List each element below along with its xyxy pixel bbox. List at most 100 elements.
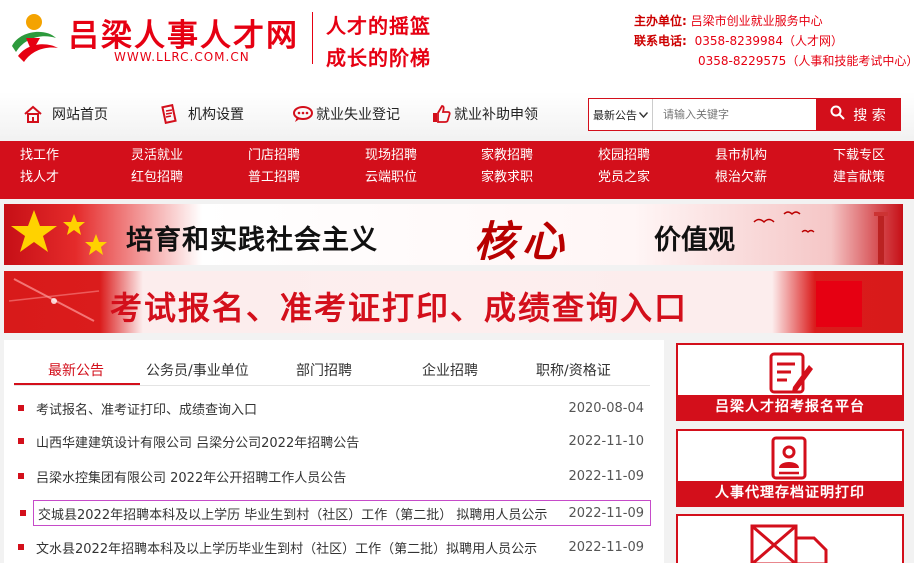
topnav-home-label: 网站首页 <box>52 107 108 123</box>
category-link[interactable]: 家教招聘 <box>481 147 533 165</box>
phone-label: 联系电话: <box>634 34 687 48</box>
thumbs-up-icon <box>430 103 452 125</box>
tab-divider <box>14 385 650 386</box>
exam-portal-text: 考试报名、准考证打印、成绩查询入口 <box>110 289 689 327</box>
core-values-accent: 核心 <box>474 217 571 265</box>
stars-decoration-icon <box>11 210 107 255</box>
site-url: WWW.LLRC.COM.CN <box>114 50 250 64</box>
category-nav-col-5: 家教招聘 家教求职 <box>481 147 533 187</box>
signup-form-icon <box>678 351 902 395</box>
category-link[interactable]: 找工作 <box>20 147 59 165</box>
news-title: 交城县2022年招聘本科及以上学历 毕业生到村（社区）工作（第二批） 拟聘用人员… <box>38 507 548 523</box>
category-nav-col-4: 现场招聘 云端职位 <box>365 147 417 187</box>
category-nav-col-2: 灵活就业 红包招聘 <box>131 147 183 187</box>
topnav-org-label: 机构设置 <box>188 107 244 123</box>
site-header: 吕梁人事人才网 WWW.LLRC.COM.CN 人才的摇篮 成长的阶梯 主办单位… <box>0 0 914 92</box>
document-icon <box>158 103 180 125</box>
bullet-icon <box>18 438 24 444</box>
host-unit: 主办单位: 吕梁市创业就业服务中心 <box>634 12 823 29</box>
tab-department[interactable]: 部门招聘 <box>296 360 352 380</box>
bullet-icon <box>18 544 24 550</box>
contact-phone-1: 联系电话: 0358-8239984（人才网） <box>634 32 843 49</box>
category-link[interactable]: 普工招聘 <box>248 169 300 187</box>
search-category-select[interactable]: 最新公告 <box>589 99 653 130</box>
category-link[interactable]: 门店招聘 <box>248 147 300 165</box>
card-caption: 吕梁人才招考报名平台 <box>678 395 902 419</box>
news-list-item[interactable]: 考试报名、准考证打印、成绩查询入口 2020-08-04 <box>14 396 650 420</box>
category-link[interactable]: 县市机构 <box>715 147 767 165</box>
core-values-banner[interactable]: 培育和实践社会主义 核心 价值观 <box>4 204 903 265</box>
news-date: 2022-11-09 <box>568 468 644 484</box>
slogan-line-1: 人才的摇篮 <box>326 14 431 38</box>
search-button-label: 搜 索 <box>853 107 886 124</box>
category-link[interactable]: 党员之家 <box>598 169 650 187</box>
category-link[interactable]: 建言献策 <box>833 169 885 187</box>
news-list-item[interactable]: 山西华建建筑设计有限公司 吕梁分公司2022年招聘公告 2022-11-10 <box>14 429 650 453</box>
news-list-item[interactable]: 吕梁水控集团有限公司 2022年公开招聘工作人员公告 2022-11-09 <box>14 464 650 488</box>
news-title: 吕梁水控集团有限公司 2022年公开招聘工作人员公告 <box>36 470 347 486</box>
topnav-employment-registration[interactable]: 就业失业登记 <box>292 102 400 126</box>
search-category-value: 最新公告 <box>593 108 637 122</box>
exam-signup-platform-card[interactable]: 吕梁人才招考报名平台 <box>676 343 904 421</box>
search-bar: 最新公告 搜 索 <box>588 98 901 131</box>
header-divider <box>312 12 313 64</box>
site-name[interactable]: 吕梁人事人才网 <box>68 10 299 55</box>
category-nav-col-6: 校园招聘 党员之家 <box>598 147 650 187</box>
tab-enterprise[interactable]: 企业招聘 <box>422 360 478 380</box>
news-title: 文水县2022年招聘本科及以上学历毕业生到村（社区）工作（第二批）拟聘用人员公示 <box>36 541 538 557</box>
birds-monument-decoration-icon <box>753 211 888 264</box>
category-link[interactable]: 下载专区 <box>833 147 885 165</box>
topnav-subsidy[interactable]: 就业补助申领 <box>430 102 538 126</box>
bullet-icon <box>20 510 26 516</box>
host-label: 主办单位: <box>634 14 687 28</box>
category-link[interactable]: 根治欠薪 <box>715 169 767 187</box>
tab-title-cert[interactable]: 职称/资格证 <box>536 360 611 380</box>
topnav-employment-registration-label: 就业失业登记 <box>316 107 400 123</box>
site-logo-icon[interactable] <box>6 12 62 64</box>
chat-icon <box>292 103 314 125</box>
category-link[interactable]: 家教求职 <box>481 169 533 187</box>
light-burst-decoration-icon <box>8 278 100 322</box>
category-link[interactable]: 找人才 <box>20 169 59 187</box>
category-link[interactable]: 云端职位 <box>365 169 417 187</box>
phone-1-value: 0358-8239984（人才网） <box>694 34 843 48</box>
topnav-subsidy-label: 就业补助申领 <box>454 107 538 123</box>
category-link[interactable]: 现场招聘 <box>365 147 417 165</box>
news-panel: 最新公告 公务员/事业单位 部门招聘 企业招聘 职称/资格证 考试报名、准考证打… <box>4 340 664 563</box>
card-caption: 人事代理存档证明打印 <box>678 481 902 505</box>
category-nav: 找工作 找人才 灵活就业 红包招聘 门店招聘 普工招聘 现场招聘 云端职位 家教… <box>0 141 914 199</box>
host-value: 吕梁市创业就业服务中心 <box>690 14 823 28</box>
contact-phone-2: 0358-8229575（人事和技能考试中心） <box>698 52 914 69</box>
category-link[interactable]: 灵活就业 <box>131 147 183 165</box>
news-list-item[interactable]: 文水县2022年招聘本科及以上学历毕业生到村（社区）工作（第二批）拟聘用人员公示… <box>14 535 650 559</box>
category-nav-col-1: 找工作 找人才 <box>20 147 59 187</box>
category-link[interactable]: 校园招聘 <box>598 147 650 165</box>
news-date: 2022-11-09 <box>568 505 644 521</box>
slogan-line-2: 成长的阶梯 <box>326 46 431 70</box>
category-nav-col-3: 门店招聘 普工招聘 <box>248 147 300 187</box>
exam-portal-banner[interactable]: 考试报名、准考证打印、成绩查询入口 <box>4 271 903 333</box>
third-service-card[interactable] <box>676 514 904 563</box>
category-link[interactable]: 红包招聘 <box>131 169 183 187</box>
bullet-icon <box>18 405 24 411</box>
search-icon <box>830 105 845 124</box>
certificate-icon <box>678 436 902 480</box>
news-title: 山西华建建筑设计有限公司 吕梁分公司2022年招聘公告 <box>36 435 360 451</box>
archive-certificate-card[interactable]: 人事代理存档证明打印 <box>676 429 904 507</box>
core-values-text: 培育和实践社会主义 <box>126 225 378 256</box>
core-values-tail: 价值观 <box>654 225 735 256</box>
category-nav-col-8: 下载专区 建言献策 <box>833 147 885 187</box>
topnav-home[interactable]: 网站首页 <box>22 102 108 126</box>
news-date: 2020-08-04 <box>568 400 644 416</box>
search-button[interactable]: 搜 索 <box>816 99 900 130</box>
news-title: 考试报名、准考证打印、成绩查询入口 <box>36 402 258 418</box>
topnav-org[interactable]: 机构设置 <box>158 102 244 126</box>
tab-latest[interactable]: 最新公告 <box>48 360 104 380</box>
tab-civil-service[interactable]: 公务员/事业单位 <box>146 360 249 380</box>
news-list-item-highlighted[interactable]: 交城县2022年招聘本科及以上学历 毕业生到村（社区）工作（第二批） 拟聘用人员… <box>20 500 651 526</box>
category-nav-col-7: 县市机构 根治欠薪 <box>715 147 767 187</box>
search-input[interactable] <box>653 99 816 130</box>
chevron-down-icon <box>638 108 649 121</box>
phone-2-value: 0358-8229575（人事和技能考试中心） <box>698 54 914 68</box>
delivery-truck-icon <box>678 520 902 563</box>
